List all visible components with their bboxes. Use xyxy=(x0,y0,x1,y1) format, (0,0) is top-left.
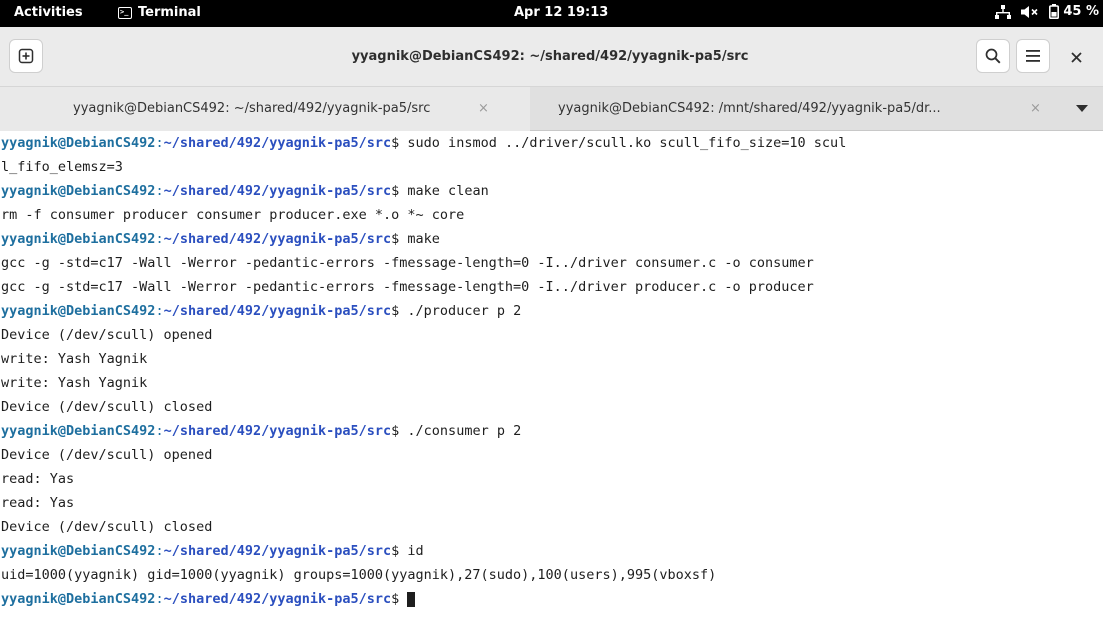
output-text: Device (/dev/scull) opened xyxy=(1,447,213,463)
terminal-prompt-line: yyagnik@DebianCS492:~/shared/492/yyagnik… xyxy=(1,587,1103,611)
prompt-colon: : xyxy=(155,303,164,319)
command-text: ./producer p 2 xyxy=(407,303,522,319)
prompt-path: ~/shared/492/yyagnik-pa5/src xyxy=(163,423,392,439)
output-text: write: Yash Yagnik xyxy=(1,351,148,367)
tab-label: yyagnik@DebianCS492: ~/shared/492/yyagni… xyxy=(73,101,431,116)
prompt-user-host: yyagnik@DebianCS492 xyxy=(1,303,156,319)
battery-icon xyxy=(1049,4,1060,19)
prompt-user-host: yyagnik@DebianCS492 xyxy=(1,591,156,607)
output-text: Device (/dev/scull) opened xyxy=(1,327,213,343)
terminal-prompt-line: yyagnik@DebianCS492:~/shared/492/yyagnik… xyxy=(1,539,1103,563)
terminal-output-line: write: Yash Yagnik xyxy=(1,347,1103,371)
prompt-dollar: $ xyxy=(391,423,408,439)
terminal-output-line: read: Yas xyxy=(1,467,1103,491)
terminal-output-line: gcc -g -std=c17 -Wall -Werror -pedantic-… xyxy=(1,251,1103,275)
terminal-prompt-line: yyagnik@DebianCS492:~/shared/492/yyagnik… xyxy=(1,419,1103,443)
prompt-path: ~/shared/492/yyagnik-pa5/src xyxy=(163,543,392,559)
prompt-path: ~/shared/492/yyagnik-pa5/src xyxy=(163,135,392,151)
prompt-dollar: $ xyxy=(391,183,408,199)
terminal-output-line: rm -f consumer producer consumer produce… xyxy=(1,203,1103,227)
tab-src[interactable]: yyagnik@DebianCS492: ~/shared/492/yyagni… xyxy=(0,87,530,131)
terminal-prompt-line: yyagnik@DebianCS492:~/shared/492/yyagnik… xyxy=(1,227,1103,251)
terminal-output-line: l_fifo_elemsz=3 xyxy=(1,155,1103,179)
tab-label: yyagnik@DebianCS492: /mnt/shared/492/yya… xyxy=(558,101,941,116)
prompt-colon: : xyxy=(155,543,164,559)
terminal-output[interactable]: yyagnik@DebianCS492:~/shared/492/yyagnik… xyxy=(0,131,1103,617)
volume-muted-icon xyxy=(1021,5,1038,18)
window-header-bar: yyagnik@DebianCS492: ~/shared/492/yyagni… xyxy=(0,27,1103,87)
prompt-path: ~/shared/492/yyagnik-pa5/src xyxy=(163,231,392,247)
command-text: id xyxy=(407,543,424,559)
prompt-dollar: $ xyxy=(391,303,408,319)
gnome-top-bar: Activities >_ Terminal Apr 12 19:13 45 % xyxy=(0,0,1103,27)
tab-bar: yyagnik@DebianCS492: ~/shared/492/yyagni… xyxy=(0,87,1103,131)
terminal-output-line: Device (/dev/scull) opened xyxy=(1,443,1103,467)
tab-list-dropdown-icon[interactable] xyxy=(1076,105,1088,112)
prompt-colon: : xyxy=(155,135,164,151)
prompt-path: ~/shared/492/yyagnik-pa5/src xyxy=(163,303,392,319)
terminal-output-line: write: Yash Yagnik xyxy=(1,371,1103,395)
close-icon xyxy=(1070,51,1082,63)
output-text: Device (/dev/scull) closed xyxy=(1,399,213,415)
network-icon xyxy=(995,4,1012,19)
tab-driver[interactable]: yyagnik@DebianCS492: /mnt/shared/492/yya… xyxy=(530,87,1060,131)
prompt-user-host: yyagnik@DebianCS492 xyxy=(1,231,156,247)
new-tab-button[interactable] xyxy=(9,39,43,73)
output-text: gcc -g -std=c17 -Wall -Werror -pedantic-… xyxy=(1,255,814,271)
output-text: l_fifo_elemsz=3 xyxy=(1,159,123,175)
prompt-user-host: yyagnik@DebianCS492 xyxy=(1,423,156,439)
terminal-output-line: Device (/dev/scull) closed xyxy=(1,515,1103,539)
prompt-path: ~/shared/492/yyagnik-pa5/src xyxy=(163,591,392,607)
terminal-icon: >_ xyxy=(118,6,132,19)
prompt-path: ~/shared/492/yyagnik-pa5/src xyxy=(163,183,392,199)
prompt-colon: : xyxy=(155,423,164,439)
output-text: read: Yas xyxy=(1,471,75,487)
prompt-colon: : xyxy=(155,183,164,199)
terminal-cursor xyxy=(407,591,416,607)
search-icon xyxy=(985,48,1001,64)
app-menu[interactable]: >_ Terminal xyxy=(118,5,201,20)
terminal-output-line: uid=1000(yyagnik) gid=1000(yyagnik) grou… xyxy=(1,563,1103,587)
tab-close-button[interactable]: × xyxy=(478,101,489,116)
terminal-output-line: gcc -g -std=c17 -Wall -Werror -pedantic-… xyxy=(1,275,1103,299)
terminal-output-line: Device (/dev/scull) closed xyxy=(1,395,1103,419)
prompt-user-host: yyagnik@DebianCS492 xyxy=(1,543,156,559)
terminal-output-line: read: Yas xyxy=(1,491,1103,515)
prompt-user-host: yyagnik@DebianCS492 xyxy=(1,135,156,151)
output-text: gcc -g -std=c17 -Wall -Werror -pedantic-… xyxy=(1,279,814,295)
command-text: make clean xyxy=(407,183,489,199)
prompt-colon: : xyxy=(155,591,164,607)
battery-percentage: 45 % xyxy=(1063,4,1099,19)
terminal-prompt-line: yyagnik@DebianCS492:~/shared/492/yyagnik… xyxy=(1,179,1103,203)
output-text: Device (/dev/scull) closed xyxy=(1,519,213,535)
output-text: rm -f consumer producer consumer produce… xyxy=(1,207,465,223)
command-text: ./consumer p 2 xyxy=(407,423,522,439)
prompt-dollar: $ xyxy=(391,231,408,247)
clock[interactable]: Apr 12 19:13 xyxy=(514,5,608,20)
output-text: uid=1000(yyagnik) gid=1000(yyagnik) grou… xyxy=(1,567,717,583)
system-status-area[interactable]: 45 % xyxy=(995,4,1099,19)
output-text: read: Yas xyxy=(1,495,75,511)
prompt-dollar: $ xyxy=(391,591,408,607)
close-window-button[interactable] xyxy=(1066,47,1086,67)
tab-close-button[interactable]: × xyxy=(1030,101,1041,116)
command-text: sudo insmod ../driver/scull.ko scull_fif… xyxy=(407,135,847,151)
prompt-dollar: $ xyxy=(391,543,408,559)
hamburger-menu-icon xyxy=(1026,50,1040,62)
app-menu-label: Terminal xyxy=(138,5,201,20)
output-text: write: Yash Yagnik xyxy=(1,375,148,391)
prompt-colon: : xyxy=(155,231,164,247)
window-title: yyagnik@DebianCS492: ~/shared/492/yyagni… xyxy=(351,49,749,64)
terminal-prompt-line: yyagnik@DebianCS492:~/shared/492/yyagnik… xyxy=(1,299,1103,323)
activities-button[interactable]: Activities xyxy=(14,5,83,20)
terminal-output-line: Device (/dev/scull) opened xyxy=(1,323,1103,347)
prompt-user-host: yyagnik@DebianCS492 xyxy=(1,183,156,199)
new-tab-icon xyxy=(18,48,34,64)
search-button[interactable] xyxy=(976,39,1010,73)
main-menu-button[interactable] xyxy=(1016,39,1050,73)
terminal-prompt-line: yyagnik@DebianCS492:~/shared/492/yyagnik… xyxy=(1,131,1103,155)
command-text: make xyxy=(407,231,440,247)
prompt-dollar: $ xyxy=(391,135,408,151)
